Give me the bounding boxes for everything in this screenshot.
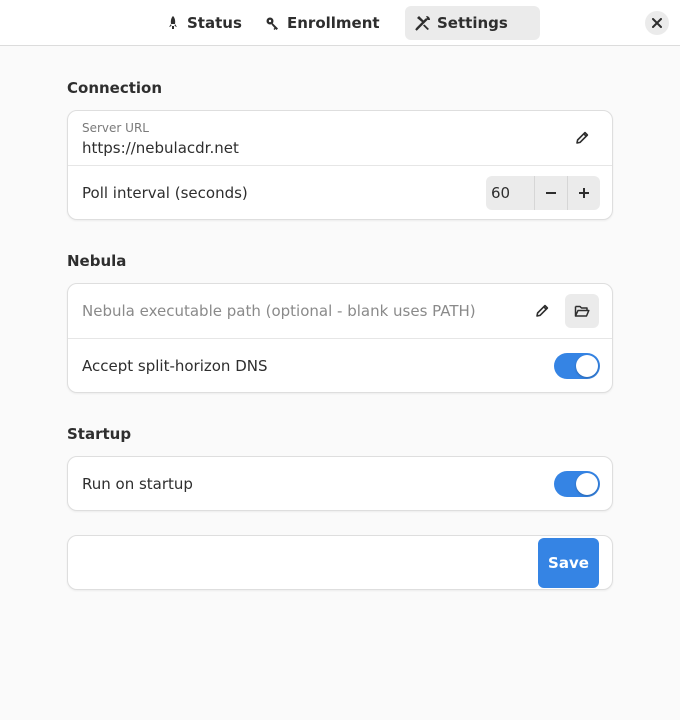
- edit-server-url-button[interactable]: [565, 121, 599, 155]
- pencil-icon: [574, 130, 590, 146]
- view-switcher: Status Enrollment Settings: [155, 6, 540, 40]
- settings-window: Status Enrollment Settings Connection Se…: [0, 0, 680, 720]
- close-icon: [652, 18, 662, 28]
- split-dns-row: Accept split-horizon DNS: [68, 339, 612, 392]
- nebula-card: Nebula executable path (optional - blank…: [67, 283, 613, 393]
- plus-icon: [578, 187, 590, 199]
- edit-exec-path-button[interactable]: [525, 294, 559, 328]
- section-title-connection: Connection: [67, 79, 163, 97]
- server-url-label: Server URL: [82, 121, 149, 135]
- connection-card: Server URL https://nebulacdr.net Poll in…: [67, 110, 613, 220]
- exec-path-row: Nebula executable path (optional - blank…: [68, 284, 612, 339]
- run-on-startup-switch[interactable]: [554, 471, 600, 497]
- switch-knob: [576, 473, 598, 495]
- switch-knob: [576, 355, 598, 377]
- section-title-nebula: Nebula: [67, 252, 127, 270]
- tab-status-label: Status: [187, 14, 242, 32]
- tab-status[interactable]: Status: [155, 6, 251, 40]
- server-url-value[interactable]: https://nebulacdr.net: [82, 139, 239, 157]
- split-dns-label: Accept split-horizon DNS: [82, 357, 268, 375]
- server-url-row: Server URL https://nebulacdr.net: [68, 111, 612, 166]
- increment-button[interactable]: [567, 176, 600, 210]
- startup-card: Run on startup: [67, 456, 613, 511]
- save-button[interactable]: Save: [538, 538, 599, 588]
- browse-exec-path-button[interactable]: [565, 294, 599, 328]
- split-dns-switch[interactable]: [554, 353, 600, 379]
- close-button[interactable]: [645, 11, 669, 35]
- poll-interval-row: Poll interval (seconds) 60: [68, 166, 612, 219]
- minus-icon: [545, 187, 557, 199]
- folder-open-icon: [574, 303, 590, 319]
- tab-settings-label: Settings: [437, 14, 508, 32]
- poll-interval-stepper: 60: [486, 176, 600, 210]
- tools-icon: [415, 15, 431, 31]
- run-on-startup-row: Run on startup: [68, 457, 612, 510]
- key-icon: [265, 15, 281, 31]
- poll-interval-input[interactable]: 60: [486, 176, 534, 210]
- tab-enrollment[interactable]: Enrollment: [255, 6, 401, 40]
- run-on-startup-label: Run on startup: [82, 475, 193, 493]
- decrement-button[interactable]: [534, 176, 567, 210]
- exec-path-input[interactable]: Nebula executable path (optional - blank…: [82, 302, 476, 320]
- pencil-icon: [534, 303, 550, 319]
- section-title-startup: Startup: [67, 425, 132, 443]
- tab-enrollment-label: Enrollment: [287, 14, 380, 32]
- poll-interval-label: Poll interval (seconds): [82, 184, 248, 202]
- rocket-icon: [165, 15, 181, 31]
- tab-settings[interactable]: Settings: [405, 6, 540, 40]
- actions-card: Save: [67, 535, 613, 590]
- header-bar: Status Enrollment Settings: [0, 0, 680, 46]
